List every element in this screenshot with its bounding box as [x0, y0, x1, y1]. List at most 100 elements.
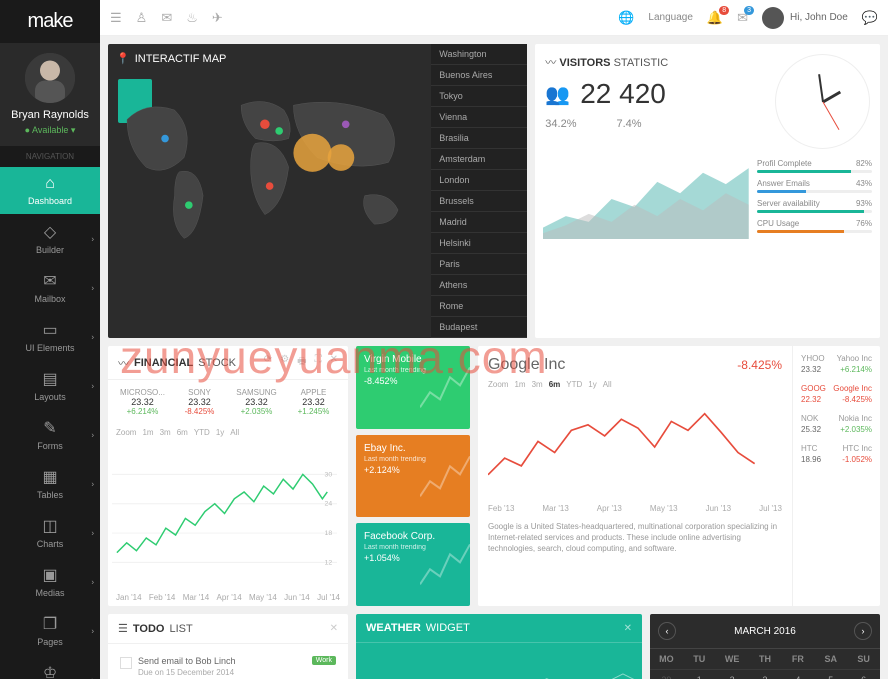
city-item[interactable]: Washington: [431, 44, 527, 65]
zoom-option[interactable]: 1y: [588, 380, 596, 389]
city-item[interactable]: Vienna: [431, 107, 527, 128]
cal-prev[interactable]: ‹: [658, 622, 676, 640]
cal-day[interactable]: 1: [683, 669, 716, 679]
svg-text:24: 24: [325, 501, 333, 508]
globe-icon[interactable]: 🌐: [618, 10, 634, 26]
zoom-option[interactable]: 6m: [549, 380, 561, 389]
google-pct: -8.425%: [737, 358, 782, 372]
zoom-option[interactable]: All: [230, 428, 239, 437]
nav-item-charts[interactable]: ◫Charts›: [0, 508, 100, 557]
city-item[interactable]: Paris: [431, 254, 527, 275]
cal-day-header: FR: [781, 648, 814, 669]
close-icon[interactable]: ✕: [624, 623, 632, 634]
cal-day-header: SA: [814, 648, 847, 669]
message-icon[interactable]: ✉3: [737, 10, 748, 26]
zoom-option[interactable]: YTD: [194, 428, 210, 437]
city-item[interactable]: Rome: [431, 296, 527, 317]
svg-text:12: 12: [325, 559, 333, 566]
flame-icon[interactable]: ♨: [186, 10, 198, 26]
nav-item-user[interactable]: ♔User›: [0, 655, 100, 679]
zoom-option[interactable]: 1y: [216, 428, 224, 437]
visitors-bars: Profil Complete82%Answer Emails43%Server…: [757, 159, 872, 239]
city-item[interactable]: Amsterdam: [431, 149, 527, 170]
nav-item-ui-elements[interactable]: ▭UI Elements›: [0, 312, 100, 361]
stock-side-item[interactable]: YHOOYahoo Inc23.32+6.214%: [801, 354, 872, 374]
city-item[interactable]: Brasilia: [431, 128, 527, 149]
mini-card[interactable]: Facebook Corp.Last month trending+1.054%: [356, 523, 470, 606]
todo-item[interactable]: Send email to Bob LinchDue on 15 Decembe…: [114, 650, 342, 679]
cal-day[interactable]: 2: [716, 669, 749, 679]
financial-chart: 30 24 18 12: [108, 441, 341, 586]
refresh-icon[interactable]: ⟳: [264, 354, 272, 371]
mini-card[interactable]: Ebay Inc.Last month trending+2.124%: [356, 435, 470, 518]
close-icon[interactable]: ✕: [330, 354, 338, 371]
city-item[interactable]: Athens: [431, 275, 527, 296]
nav-item-mailbox[interactable]: ✉Mailbox›: [0, 263, 100, 312]
nav-item-layouts[interactable]: ▤Layouts›: [0, 361, 100, 410]
language-label[interactable]: Language: [648, 12, 693, 23]
profile-status[interactable]: ● Available ▾: [0, 125, 100, 136]
nav-section-label: NAVIGATION: [0, 146, 100, 167]
cal-day[interactable]: 3: [749, 669, 782, 679]
city-item[interactable]: Madrid: [431, 212, 527, 233]
cal-next[interactable]: ›: [854, 622, 872, 640]
mini-cards: Virgin MobileLast month trending-8.452%E…: [356, 346, 470, 606]
google-desc: Google is a United States-headquartered,…: [488, 521, 782, 555]
expand-icon[interactable]: ⛶: [315, 354, 322, 371]
zoom-option[interactable]: All: [603, 380, 612, 389]
cal-day-header: MO: [650, 648, 683, 669]
zoom-option[interactable]: 1m: [142, 428, 153, 437]
close-icon[interactable]: ✕: [330, 623, 338, 634]
nav-item-medias[interactable]: ▣Medias›: [0, 557, 100, 606]
avatar[interactable]: [25, 53, 75, 103]
profile-name: Bryan Raynolds: [0, 109, 100, 121]
mail-icon[interactable]: ✉: [161, 10, 172, 26]
cal-day[interactable]: 5: [814, 669, 847, 679]
nav-item-pages[interactable]: ❐Pages›: [0, 606, 100, 655]
cal-day[interactable]: 29: [650, 669, 683, 679]
ticker[interactable]: SAMSUNG23.32+2.035%: [230, 388, 283, 416]
city-item[interactable]: Brussels: [431, 191, 527, 212]
stock-side-item[interactable]: NOKNokia Inc25.32+2.035%: [801, 414, 872, 434]
city-item[interactable]: Tokyo: [431, 86, 527, 107]
google-panel: Google Inc-8.425% Zoom1m3m6mYTD1yAll Feb…: [478, 346, 880, 606]
ticker[interactable]: SONY23.32-8.425%: [173, 388, 226, 416]
city-item[interactable]: Helsinki: [431, 233, 527, 254]
menu-icon[interactable]: ☰: [110, 10, 122, 26]
ticker[interactable]: APPLE23.32+1.245%: [287, 388, 340, 416]
zoom-option[interactable]: 6m: [177, 428, 188, 437]
world-map[interactable]: [108, 72, 431, 262]
city-list: WashingtonBuenos AiresTokyoViennaBrasili…: [431, 44, 527, 338]
checkbox[interactable]: [120, 657, 132, 669]
mini-card[interactable]: Virgin MobileLast month trending-8.452%: [356, 346, 470, 429]
zoom-option[interactable]: Zoom: [488, 380, 508, 389]
city-item[interactable]: London: [431, 170, 527, 191]
stock-side-item[interactable]: HTCHTC Inc18.96-1.052%: [801, 444, 872, 464]
user-menu[interactable]: Hi, John Doe: [762, 7, 848, 29]
nav-icon: ◇: [44, 222, 56, 242]
cal-day[interactable]: 4: [781, 669, 814, 679]
zoom-option[interactable]: 3m: [532, 380, 543, 389]
zoom-option[interactable]: 1m: [514, 380, 525, 389]
cal-day-header: TH: [749, 648, 782, 669]
stock-side-item[interactable]: GOOGGoogle Inc22.32-8.425%: [801, 384, 872, 404]
city-item[interactable]: Buenos Aires: [431, 65, 527, 86]
chat-icon[interactable]: 💬: [862, 10, 878, 26]
nav-item-forms[interactable]: ✎Forms›: [0, 410, 100, 459]
nav-item-tables[interactable]: ▦Tables›: [0, 459, 100, 508]
zoom-option[interactable]: 3m: [160, 428, 171, 437]
cal-day[interactable]: 6: [847, 669, 880, 679]
zoom-option[interactable]: YTD: [566, 380, 582, 389]
rocket-icon[interactable]: ✈: [212, 10, 223, 26]
cal-day-header: TU: [683, 648, 716, 669]
financial-zoom: Zoom 1m 3m 6m YTD 1y All: [108, 424, 348, 441]
cog-icon[interactable]: ⚙: [280, 354, 289, 371]
nav-item-builder[interactable]: ◇Builder›: [0, 214, 100, 263]
nav-item-dashboard[interactable]: ⌂Dashboard: [0, 167, 100, 214]
print-icon[interactable]: 🖶: [297, 354, 306, 371]
bell-icon[interactable]: 🔔8: [707, 10, 723, 26]
user-icon[interactable]: ♙: [136, 10, 148, 26]
zoom-option[interactable]: Zoom: [116, 428, 136, 437]
ticker[interactable]: MICROSO...23.32+6.214%: [116, 388, 169, 416]
city-item[interactable]: Budapest: [431, 317, 527, 338]
